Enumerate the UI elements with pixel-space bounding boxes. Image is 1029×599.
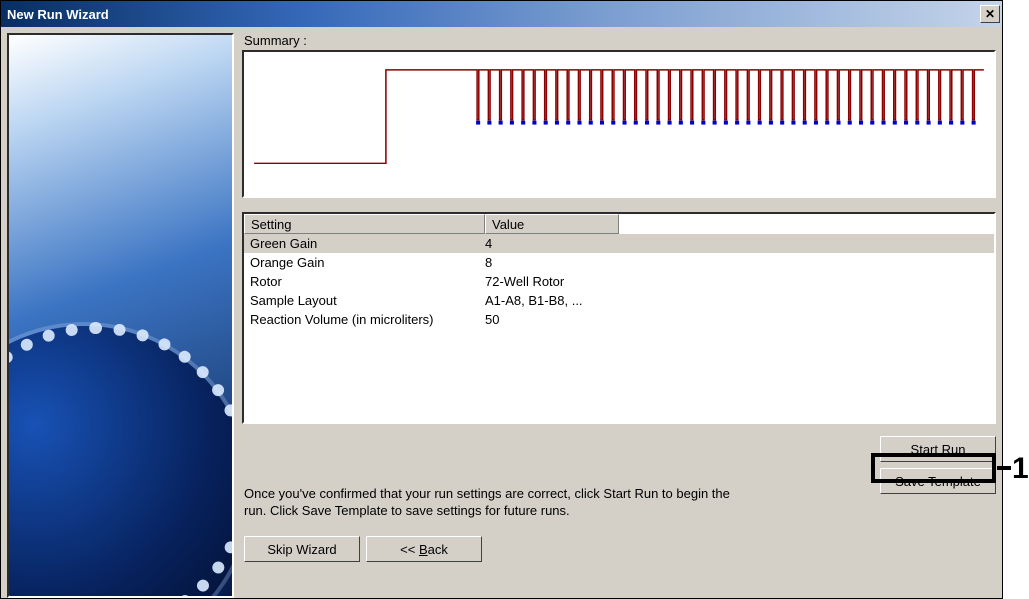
cell-value: 8 xyxy=(485,255,492,270)
skip-wizard-button[interactable]: Skip Wizard xyxy=(244,536,360,562)
table-row[interactable]: Orange Gain8 xyxy=(244,253,994,272)
close-icon: ✕ xyxy=(985,7,995,21)
cell-value: 72-Well Rotor xyxy=(485,274,564,289)
bottom-area: Start Run Save Template Once you've conf… xyxy=(242,436,996,592)
titlebar: New Run Wizard ✕ xyxy=(1,1,1002,27)
settings-table: Setting Value Green Gain4Orange Gain8Rot… xyxy=(242,212,996,424)
window-title: New Run Wizard xyxy=(7,7,109,22)
table-row[interactable]: Green Gain4 xyxy=(244,234,994,253)
wizard-sidebar-image xyxy=(7,33,234,598)
summary-label: Summary : xyxy=(244,33,996,48)
start-run-button[interactable]: Start Run xyxy=(880,436,996,462)
cell-setting: Reaction Volume (in microliters) xyxy=(244,312,485,327)
save-template-button[interactable]: Save Template xyxy=(880,468,996,494)
col-header-setting[interactable]: Setting xyxy=(244,214,485,234)
run-profile-chart xyxy=(242,50,996,198)
close-button[interactable]: ✕ xyxy=(980,5,1000,23)
back-button[interactable]: << Back xyxy=(366,536,482,562)
table-body: Green Gain4Orange Gain8Rotor72-Well Roto… xyxy=(244,234,994,329)
new-run-wizard-window: New Run Wizard ✕ Summary : Setting Value… xyxy=(0,0,1003,599)
col-header-value[interactable]: Value xyxy=(485,214,619,234)
profile-svg xyxy=(244,52,994,196)
table-row[interactable]: Rotor72-Well Rotor xyxy=(244,272,994,291)
cell-setting: Sample Layout xyxy=(244,293,485,308)
content: Summary : Setting Value Green Gain4Orang… xyxy=(242,33,996,592)
cell-value: 4 xyxy=(485,236,619,251)
cell-value: 50 xyxy=(485,312,499,327)
cell-setting: Rotor xyxy=(244,274,485,289)
cell-value: A1-A8, B1-B8, ... xyxy=(485,293,583,308)
body: Summary : Setting Value Green Gain4Orang… xyxy=(1,27,1002,598)
table-header-row: Setting Value xyxy=(244,214,994,234)
cell-setting: Green Gain xyxy=(244,236,485,251)
cell-setting: Orange Gain xyxy=(244,255,485,270)
table-row[interactable]: Sample LayoutA1-A8, B1-B8, ... xyxy=(244,291,994,310)
help-text: Once you've confirmed that your run sett… xyxy=(244,486,744,520)
annotation-leader-1 xyxy=(997,466,1011,470)
table-row[interactable]: Reaction Volume (in microliters)50 xyxy=(244,310,994,329)
annotation-label-1: 1 xyxy=(1012,452,1029,486)
